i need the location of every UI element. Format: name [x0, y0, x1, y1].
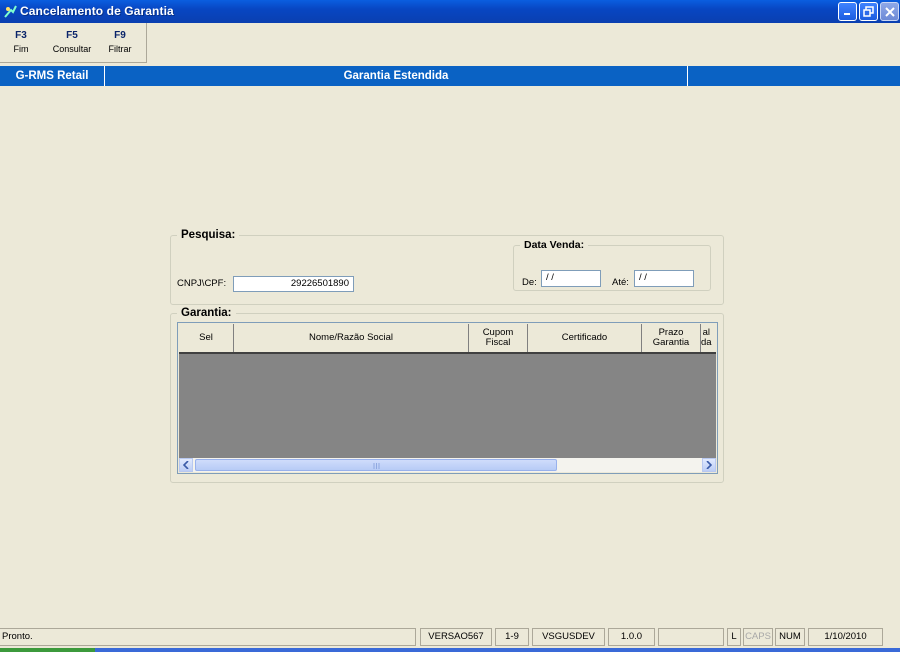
data-venda-legend: Data Venda:	[524, 239, 585, 251]
cpf-input[interactable]: 29226501890	[233, 276, 354, 292]
scroll-thumb[interactable]	[195, 459, 557, 471]
filtrar-key: F9	[114, 30, 126, 41]
scroll-left-button[interactable]	[179, 458, 193, 472]
consultar-label: Consultar	[52, 44, 92, 54]
col-nome[interactable]: Nome/Razão Social	[234, 324, 469, 352]
function-key-toolbar: F3 Fim F5 Consultar F9 Filtrar	[0, 23, 147, 63]
minimize-icon	[844, 13, 850, 15]
ate-date-input[interactable]: / /	[634, 270, 694, 287]
close-button[interactable]	[880, 2, 899, 21]
filtrar-label: Filtrar	[108, 44, 132, 54]
filtrar-button[interactable]: F9 Filtrar	[100, 25, 140, 59]
status-l-indicator: L	[727, 628, 741, 646]
header-bar: G-RMS Retail Garantia Estendida	[0, 66, 900, 86]
fim-button[interactable]: F3 Fim	[4, 25, 38, 59]
status-bar: Pronto. VERSAO567 1-9 VSGUSDEV 1.0.0 L C…	[0, 627, 900, 648]
status-version: VERSAO567	[420, 628, 492, 646]
garantia-legend: Garantia:	[181, 307, 232, 319]
status-num: NUM	[775, 628, 805, 646]
de-date-input[interactable]: / /	[541, 270, 601, 287]
cpf-label: CNPJ\CPF:	[177, 278, 227, 289]
fim-key: F3	[15, 30, 27, 41]
ate-label: Até:	[612, 277, 629, 288]
pesquisa-legend: Pesquisa:	[181, 229, 236, 241]
start-button-edge[interactable]	[0, 648, 95, 652]
arrow-left-icon	[183, 461, 189, 469]
consultar-key: F5	[66, 30, 78, 41]
app-icon	[4, 5, 17, 18]
status-message: Pronto.	[0, 628, 416, 646]
grid-header: Sel Nome/Razão Social Cupom Fiscal Certi…	[179, 324, 716, 354]
status-range: 1-9	[495, 628, 529, 646]
app-name: G-RMS Retail	[0, 66, 105, 86]
status-blank-panel	[658, 628, 724, 646]
window-title: Cancelamento de Garantia	[20, 4, 174, 18]
grid-body-empty[interactable]	[179, 354, 716, 458]
consultar-button[interactable]: F5 Consultar	[48, 25, 96, 59]
col-certificado[interactable]: Certificado	[528, 324, 642, 352]
horizontal-scrollbar[interactable]	[179, 458, 716, 472]
page-title: Garantia Estendida	[105, 66, 688, 86]
restore-icon	[863, 6, 874, 17]
minimize-button[interactable]	[838, 2, 857, 21]
col-truncated[interactable]: al da	[701, 324, 716, 352]
restore-button[interactable]	[859, 2, 878, 21]
status-caps: CAPS	[743, 628, 773, 646]
scroll-right-button[interactable]	[702, 458, 716, 472]
arrow-right-icon	[706, 461, 712, 469]
taskbar-strip	[0, 648, 900, 652]
col-prazo-garantia[interactable]: Prazo Garantia	[642, 324, 701, 352]
title-bar: Cancelamento de Garantia	[0, 0, 900, 23]
close-icon	[884, 6, 895, 17]
status-build: 1.0.0	[608, 628, 655, 646]
status-server: VSGUSDEV	[532, 628, 605, 646]
col-sel[interactable]: Sel	[179, 324, 234, 352]
grip-icon	[373, 463, 380, 469]
col-cupom-fiscal[interactable]: Cupom Fiscal	[469, 324, 528, 352]
status-date: 1/10/2010	[808, 628, 883, 646]
fim-label: Fim	[13, 44, 29, 54]
de-label: De:	[522, 277, 537, 288]
